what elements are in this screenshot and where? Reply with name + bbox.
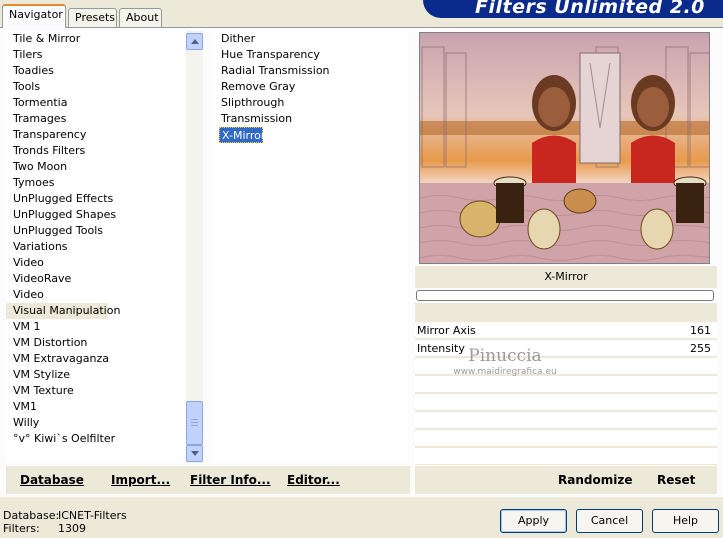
tab-about-label: About xyxy=(126,11,159,24)
category-item[interactable]: UnPlugged Tools xyxy=(6,223,186,239)
arrow-down-icon xyxy=(191,451,199,456)
import-button[interactable]: Import... xyxy=(111,473,170,487)
control-row-empty xyxy=(415,412,717,429)
category-item[interactable]: Tile & Mirror xyxy=(6,31,186,47)
filters-value: 1309 xyxy=(58,522,86,535)
help-button[interactable]: Help xyxy=(652,509,719,533)
category-item[interactable]: Video xyxy=(6,255,186,271)
tab-presets-label: Presets xyxy=(75,11,116,24)
right-button-bar: Randomize Reset xyxy=(415,466,717,494)
filters-label: Filters: xyxy=(3,522,40,535)
filter-item[interactable]: Dither xyxy=(213,31,408,47)
randomize-button[interactable]: Randomize xyxy=(558,473,632,487)
filter-item[interactable]: Remove Gray xyxy=(213,79,408,95)
control-row-empty xyxy=(415,448,717,465)
category-item[interactable]: VM Extravaganza xyxy=(6,351,186,367)
category-item[interactable]: VM Distortion xyxy=(6,335,186,351)
left-button-bar: Database Import... Filter Info... Editor… xyxy=(6,466,410,494)
category-list[interactable]: Tile & Mirror Tilers Toadies Tools Torme… xyxy=(6,31,186,463)
filter-item[interactable]: Slipthrough xyxy=(213,95,408,111)
category-item[interactable]: VM Texture xyxy=(6,383,186,399)
scroll-thumb[interactable] xyxy=(186,401,203,445)
scroll-down-button[interactable] xyxy=(186,445,203,462)
scroll-up-button[interactable] xyxy=(186,33,203,50)
control-row-empty xyxy=(415,394,717,411)
editor-button[interactable]: Editor... xyxy=(287,473,340,487)
control-value: 255 xyxy=(690,342,711,355)
category-item[interactable]: VM Stylize xyxy=(6,367,186,383)
grip-line xyxy=(191,419,198,420)
effect-name: X-Mirror xyxy=(415,266,717,288)
tab-about[interactable]: About xyxy=(119,8,162,27)
tab-navigator[interactable]: Navigator xyxy=(2,4,66,28)
filter-item[interactable]: Hue Transparency xyxy=(213,47,408,63)
arrow-up-icon xyxy=(191,39,199,44)
control-row-empty xyxy=(415,358,717,375)
category-item[interactable]: Toadies xyxy=(6,63,186,79)
grip-line xyxy=(191,425,198,426)
category-item[interactable]: Video xyxy=(6,287,186,303)
control-label: Intensity xyxy=(417,342,465,355)
tab-presets[interactable]: Presets xyxy=(68,8,117,27)
footer-database-row: Database: ICNET-Filters xyxy=(3,509,127,522)
filter-list[interactable]: Dither Hue Transparency Radial Transmiss… xyxy=(213,31,408,463)
category-item[interactable]: Tramages xyxy=(6,111,186,127)
database-label: Database: xyxy=(3,509,60,522)
preview-artwork xyxy=(420,33,709,263)
filter-item[interactable]: Radial Transmission xyxy=(213,63,408,79)
category-item[interactable]: VM 1 xyxy=(6,319,186,335)
database-button[interactable]: Database xyxy=(20,473,84,487)
category-item[interactable]: VM1 xyxy=(6,399,186,415)
category-item[interactable]: Willy xyxy=(6,415,186,431)
category-item-selected[interactable]: Visual Manipulation xyxy=(6,303,120,319)
category-item[interactable]: Variations xyxy=(6,239,186,255)
grip-line xyxy=(191,422,198,423)
control-label: Mirror Axis xyxy=(417,324,476,337)
tab-navigator-label: Navigator xyxy=(9,8,63,21)
filter-item[interactable]: Transmission xyxy=(213,111,408,127)
brand-banner: Filters Unlimited 2.0 xyxy=(423,0,723,18)
reset-button[interactable]: Reset xyxy=(657,473,695,487)
control-row-empty xyxy=(415,430,717,447)
control-row-intensity[interactable]: Intensity 255 xyxy=(415,340,717,357)
progress-bar xyxy=(416,290,714,301)
control-row-mirror-axis[interactable]: Mirror Axis 161 xyxy=(415,322,717,339)
database-value: ICNET-Filters xyxy=(58,509,127,522)
category-item[interactable]: Tilers xyxy=(6,47,186,63)
category-item[interactable]: UnPlugged Effects xyxy=(6,191,186,207)
category-item[interactable]: Two Moon xyxy=(6,159,186,175)
category-item[interactable]: VideoRave xyxy=(6,271,186,287)
category-item[interactable]: Tools xyxy=(6,79,186,95)
category-item[interactable]: Tymoes xyxy=(6,175,186,191)
category-item[interactable]: °v° Kiwi`s Oelfilter xyxy=(6,431,186,447)
footer-info: Database: ICNET-Filters Filters: 1309 xyxy=(3,509,127,535)
category-scrollbar[interactable] xyxy=(186,31,203,463)
cancel-button[interactable]: Cancel xyxy=(576,509,643,533)
category-item[interactable]: Tronds Filters xyxy=(6,143,186,159)
brand-title: Filters Unlimited 2.0 xyxy=(475,0,705,18)
filter-item-selected[interactable]: X-Mirror xyxy=(219,127,265,143)
preview-image xyxy=(419,32,710,264)
apply-button[interactable]: Apply xyxy=(500,509,567,533)
filter-info-button[interactable]: Filter Info... xyxy=(190,473,271,487)
category-item[interactable]: Tormentia xyxy=(6,95,186,111)
control-value: 161 xyxy=(690,324,711,337)
footer-filters-row: Filters: 1309 xyxy=(3,522,127,535)
control-row-empty xyxy=(415,376,717,393)
tab-strip: Navigator Presets About Filters Unlimite… xyxy=(0,0,723,28)
category-item[interactable]: Transparency xyxy=(6,127,186,143)
category-item[interactable]: UnPlugged Shapes xyxy=(6,207,186,223)
